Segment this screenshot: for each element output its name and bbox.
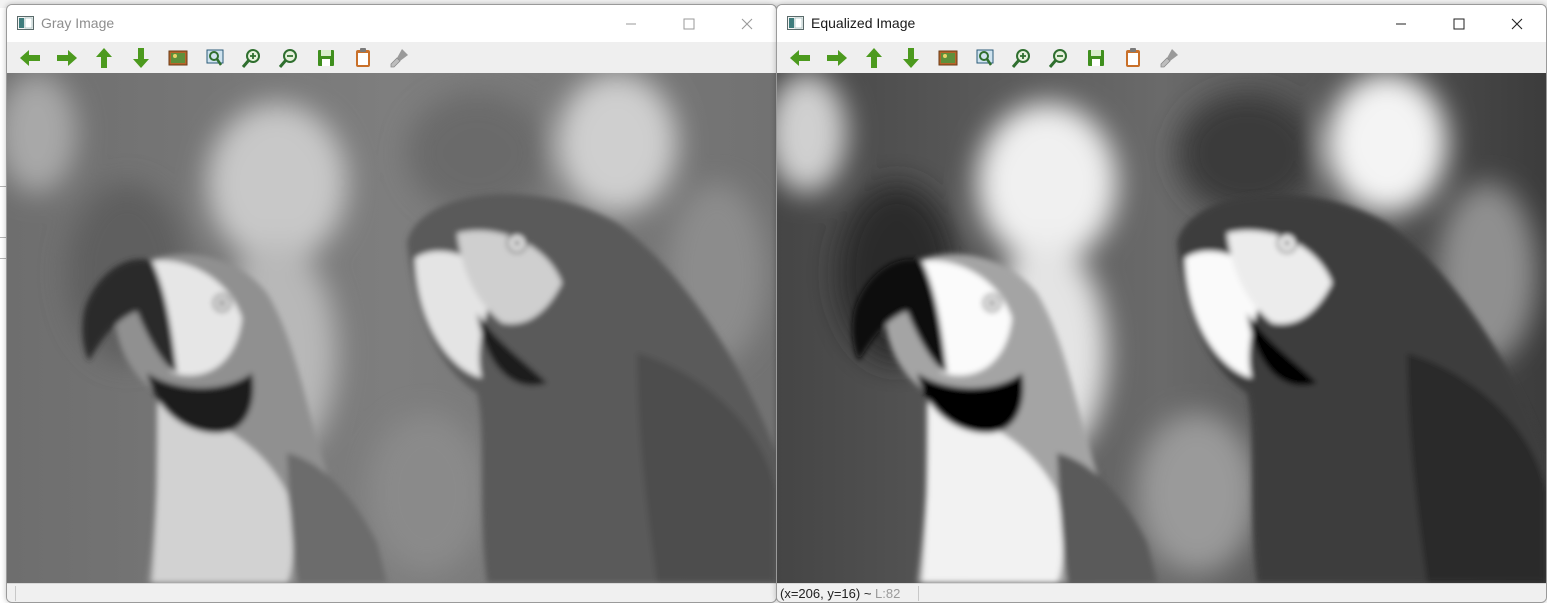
- pan-left-button[interactable]: [11, 42, 48, 73]
- pan-up-icon: [95, 47, 112, 68]
- zoom-in-button[interactable]: [233, 42, 270, 73]
- pan-right-icon: [826, 49, 847, 66]
- zoom-image-icon: [938, 50, 957, 65]
- pan-up-button[interactable]: [85, 42, 122, 73]
- window-title: Equalized Image: [811, 15, 916, 31]
- equalized-image-window[interactable]: Equalized Image (x=206, y=16) ~ L:82: [776, 4, 1547, 603]
- gray-parrots-image: [7, 73, 776, 583]
- pan-right-button[interactable]: [48, 42, 85, 73]
- pan-left-button[interactable]: [781, 42, 818, 73]
- save-button[interactable]: [307, 42, 344, 73]
- toolbar: [777, 42, 1546, 73]
- close-button[interactable]: [718, 5, 776, 42]
- properties-icon: [390, 48, 408, 67]
- status-divider: [15, 586, 16, 601]
- equalized-parrots-image: [777, 73, 1546, 583]
- minimize-icon: [626, 23, 636, 24]
- app-icon: [17, 16, 34, 30]
- status-bar: (x=206, y=16) ~ L:82: [777, 583, 1546, 602]
- status-divider: [918, 586, 919, 601]
- zoom-in-button[interactable]: [1003, 42, 1040, 73]
- pan-left-icon: [789, 49, 810, 66]
- minimize-button[interactable]: [1372, 5, 1430, 42]
- pan-right-button[interactable]: [818, 42, 855, 73]
- pan-down-icon: [132, 47, 149, 68]
- copy-button[interactable]: [344, 42, 381, 73]
- status-bar: [7, 583, 776, 602]
- properties-icon: [1160, 48, 1178, 67]
- status-pixel-value: L:82: [875, 586, 901, 601]
- zoom-in-icon: [1011, 48, 1030, 68]
- zoom-out-button[interactable]: [1040, 42, 1077, 73]
- zoom-fit-button[interactable]: [966, 42, 1003, 73]
- pan-up-icon: [865, 47, 882, 68]
- zoom-image-icon: [168, 50, 187, 65]
- maximize-icon: [683, 18, 695, 29]
- copy-icon: [1125, 47, 1140, 67]
- maximize-icon: [1453, 18, 1465, 29]
- save-icon: [317, 49, 334, 66]
- maximize-button[interactable]: [660, 5, 718, 42]
- zoom-out-icon: [1048, 48, 1067, 68]
- properties-button[interactable]: [1151, 42, 1188, 73]
- image-canvas[interactable]: [777, 73, 1546, 583]
- window-title: Gray Image: [41, 15, 115, 31]
- title-bar[interactable]: Equalized Image: [777, 5, 1546, 42]
- maximize-button[interactable]: [1430, 5, 1488, 42]
- pan-down-icon: [902, 47, 919, 68]
- properties-button[interactable]: [381, 42, 418, 73]
- title-bar[interactable]: Gray Image: [7, 5, 776, 42]
- pan-down-button[interactable]: [892, 42, 929, 73]
- zoom-fit-button[interactable]: [196, 42, 233, 73]
- zoom-out-icon: [278, 48, 297, 68]
- pan-up-button[interactable]: [855, 42, 892, 73]
- close-icon: [741, 18, 753, 29]
- zoom-out-button[interactable]: [270, 42, 307, 73]
- zoom-image-button[interactable]: [159, 42, 196, 73]
- image-canvas[interactable]: [7, 73, 776, 583]
- close-button[interactable]: [1488, 5, 1546, 42]
- status-coordinates: (x=206, y=16) ~ L:82: [780, 586, 900, 601]
- zoom-fit-icon: [206, 49, 223, 66]
- close-icon: [1511, 18, 1523, 29]
- app-icon: [787, 16, 804, 30]
- gray-image-window[interactable]: Gray Image: [6, 4, 777, 603]
- copy-button[interactable]: [1114, 42, 1151, 73]
- minimize-button[interactable]: [602, 5, 660, 42]
- toolbar: [7, 42, 776, 73]
- pan-down-button[interactable]: [122, 42, 159, 73]
- copy-icon: [355, 47, 370, 67]
- zoom-fit-icon: [976, 49, 993, 66]
- zoom-image-button[interactable]: [929, 42, 966, 73]
- status-position: (x=206, y=16) ~: [780, 586, 872, 601]
- save-icon: [1087, 49, 1104, 66]
- minimize-icon: [1396, 23, 1406, 24]
- save-button[interactable]: [1077, 42, 1114, 73]
- pan-right-icon: [56, 49, 77, 66]
- pan-left-icon: [19, 49, 40, 66]
- zoom-in-icon: [241, 48, 260, 68]
